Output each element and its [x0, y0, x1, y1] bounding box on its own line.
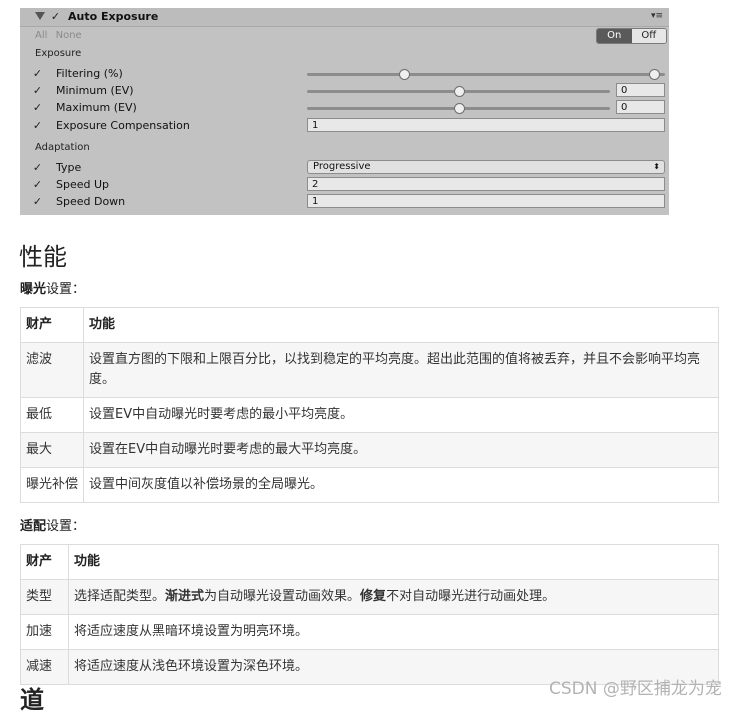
property-description: 设置中间灰度值以补偿场景的全局曝光。 [83, 467, 719, 503]
minimum-row: ✓ Minimum (EV) 0 [20, 83, 669, 99]
table-header-row: 财产 功能 [20, 307, 719, 343]
auto-exposure-panel: ✓ Auto Exposure ▾≡ All None On Off Expos… [20, 8, 669, 215]
table-row: 曝光补偿 设置中间灰度值以补偿场景的全局曝光。 [20, 467, 719, 503]
table-row: 加速 将适应速度从黑暗环境设置为明亮环境。 [20, 614, 719, 650]
maximum-row: ✓ Maximum (EV) 0 [20, 100, 669, 116]
minimum-label: Minimum (EV) [56, 84, 134, 97]
context-menu-icon[interactable]: ▾≡ [651, 11, 663, 21]
csdn-watermark: CSDN @野区捕龙为宠 [549, 679, 722, 699]
speed-down-label: Speed Down [56, 195, 126, 208]
adaptation-settings-caption: 适配设置： [20, 515, 85, 534]
adaptation-caption-bold: 适配 [20, 519, 47, 534]
speed-up-label: Speed Up [56, 178, 110, 191]
filtering-high-handle[interactable] [649, 69, 661, 80]
type-desc-part-1: 选择适配类型。 [74, 589, 166, 604]
progressive-term: 渐进式 [165, 589, 205, 604]
speed-up-input[interactable]: 2 [307, 177, 665, 191]
property-name: 类型 [20, 579, 69, 615]
minimum-override-checkbox[interactable]: ✓ [32, 85, 43, 96]
filtering-override-checkbox[interactable]: ✓ [32, 68, 43, 79]
minimum-slider-handle[interactable] [453, 86, 465, 97]
property-name: 加速 [20, 614, 69, 650]
column-header-function: 功能 [83, 307, 719, 343]
exposure-table: 财产 功能 滤波 设置直方图的下限和上限百分比，以找到稳定的平均亮度。超出此范围… [20, 307, 719, 503]
property-name: 减速 [20, 649, 69, 685]
type-override-checkbox[interactable]: ✓ [32, 162, 43, 173]
type-label: Type [56, 161, 82, 174]
dropdown-arrow-icon: ⬍ [653, 162, 660, 171]
adaptation-section-heading: Adaptation [35, 142, 90, 153]
property-description: 设置在EV中自动曝光时要考虑的最大平均亮度。 [83, 432, 719, 468]
section-title: 性能 [19, 243, 67, 271]
property-name: 最低 [20, 397, 84, 433]
fixed-term: 修复 [360, 589, 387, 604]
table-row: 最低 设置EV中自动曝光时要考虑的最小平均亮度。 [20, 397, 719, 433]
property-name: 最大 [20, 432, 84, 468]
speed-down-row: ✓ Speed Down 1 [20, 194, 669, 210]
property-name: 曝光补偿 [20, 467, 84, 503]
off-button[interactable]: Off [631, 29, 666, 43]
property-description: 设置直方图的下限和上限百分比，以找到稳定的平均亮度。超出此范围的值将被丢弃，并且… [83, 342, 719, 398]
property-description: 设置EV中自动曝光时要考虑的最小平均亮度。 [83, 397, 719, 433]
exposure-caption-bold: 曝光 [20, 282, 47, 297]
maximum-override-checkbox[interactable]: ✓ [32, 102, 43, 113]
speed-up-override-checkbox[interactable]: ✓ [32, 179, 43, 190]
table-header-row: 财产 功能 [20, 544, 719, 580]
exposure-section-heading: Exposure [35, 48, 82, 59]
type-dropdown-value: Progressive [313, 161, 371, 172]
type-dropdown[interactable]: Progressive ⬍ [307, 160, 665, 174]
column-header-property: 财产 [20, 544, 69, 580]
compensation-row: ✓ Exposure Compensation 1 [20, 118, 669, 134]
property-description: 将适应速度从黑暗环境设置为明亮环境。 [68, 614, 719, 650]
next-section-heading: 道 [20, 686, 44, 714]
type-desc-part-2: 为自动曝光设置动画效果。 [204, 589, 361, 604]
property-name: 滤波 [20, 342, 84, 398]
adaptation-caption-rest: 设置： [46, 519, 86, 534]
property-description: 选择适配类型。渐进式为自动曝光设置动画效果。修复不对自动曝光进行动画处理。 [68, 579, 719, 615]
table-row: 类型 选择适配类型。渐进式为自动曝光设置动画效果。修复不对自动曝光进行动画处理。 [20, 579, 719, 615]
panel-title: Auto Exposure [68, 10, 159, 23]
minimum-input[interactable]: 0 [616, 83, 665, 97]
table-row: 最大 设置在EV中自动曝光时要考虑的最大平均亮度。 [20, 432, 719, 468]
maximum-slider-handle[interactable] [453, 103, 465, 114]
type-desc-part-3: 不对自动曝光进行动画处理。 [386, 589, 556, 604]
type-row: ✓ Type Progressive ⬍ [20, 160, 669, 176]
table-row: 滤波 设置直方图的下限和上限百分比，以找到稳定的平均亮度。超出此范围的值将被丢弃… [20, 342, 719, 398]
on-off-toggle: On Off [596, 28, 667, 44]
filtering-row: ✓ Filtering (%) [20, 66, 669, 82]
column-header-function: 功能 [68, 544, 719, 580]
none-link[interactable]: None [56, 30, 82, 41]
all-none-links: All None [35, 30, 87, 41]
compensation-label: Exposure Compensation [56, 119, 190, 132]
effect-enabled-checkbox[interactable]: ✓ [50, 11, 61, 22]
filtering-low-handle[interactable] [398, 69, 410, 80]
filtering-range-track[interactable] [307, 73, 665, 76]
maximum-label: Maximum (EV) [56, 101, 137, 114]
compensation-input[interactable]: 1 [307, 118, 665, 132]
speed-down-input[interactable]: 1 [307, 194, 665, 208]
adaptation-table: 财产 功能 类型 选择适配类型。渐进式为自动曝光设置动画效果。修复不对自动曝光进… [20, 544, 719, 685]
on-button[interactable]: On [597, 29, 632, 43]
filtering-label: Filtering (%) [56, 67, 123, 80]
panel-header: ✓ Auto Exposure ▾≡ [20, 8, 669, 27]
exposure-settings-caption: 曝光设置： [20, 278, 85, 297]
speed-down-override-checkbox[interactable]: ✓ [32, 196, 43, 207]
compensation-override-checkbox[interactable]: ✓ [32, 120, 43, 131]
maximum-input[interactable]: 0 [616, 100, 665, 114]
all-link[interactable]: All [35, 30, 47, 41]
speed-up-row: ✓ Speed Up 2 [20, 177, 669, 193]
column-header-property: 财产 [20, 307, 84, 343]
foldout-arrow-icon[interactable] [35, 12, 45, 20]
exposure-caption-rest: 设置： [46, 282, 86, 297]
